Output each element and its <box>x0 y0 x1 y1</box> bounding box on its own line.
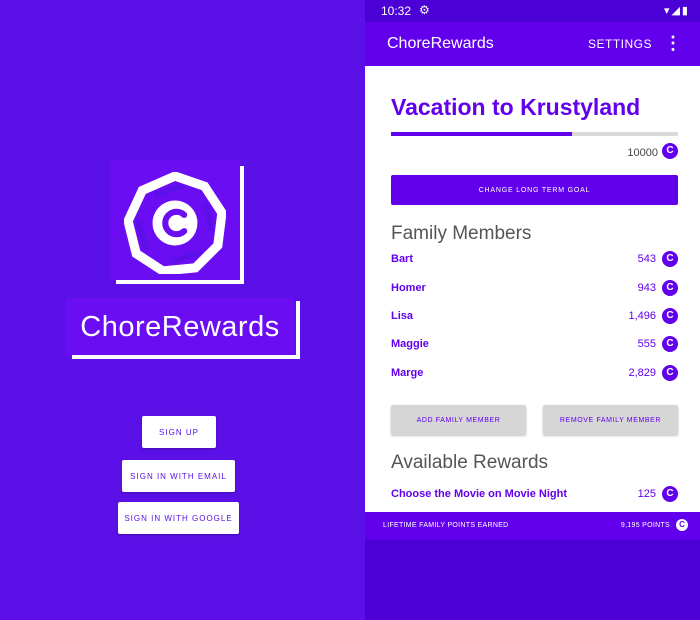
coin-icon: C <box>662 251 678 267</box>
member-points: 2,829 <box>628 367 656 379</box>
change-goal-button[interactable]: CHANGE LONG TERM GOAL <box>391 175 678 205</box>
sign-up-button[interactable]: SIGN UP <box>142 416 216 448</box>
member-points: 943 <box>637 282 656 294</box>
member-name: Lisa <box>391 310 414 322</box>
settings-button[interactable]: SETTINGS <box>588 37 652 51</box>
goal-progress-bar <box>391 132 678 136</box>
goal-title: Vacation to Krustyland <box>391 94 641 120</box>
sign-in-email-button[interactable]: SIGN IN WITH EMAIL <box>122 460 235 492</box>
goal-progress-fill <box>391 132 572 136</box>
coin-icon: C <box>662 280 678 296</box>
reward-name: Choose the Movie on Movie Night <box>391 488 568 500</box>
footer-label: LIFETIME FAMILY POINTS EARNED <box>383 522 509 529</box>
status-bar: 10:32 ⚙ ▾◢▮ <box>365 0 700 22</box>
family-member-row[interactable]: Maggie 555 C <box>391 335 678 357</box>
remove-family-member-button[interactable]: REMOVE FAMILY MEMBER <box>543 405 678 435</box>
family-members-heading: Family Members <box>391 223 532 244</box>
more-vert-icon[interactable]: ⋮ <box>664 33 682 54</box>
signal-wifi-battery-icon: ▾◢▮ <box>663 5 690 17</box>
login-screen: ChoreRewards SIGN UP SIGN IN WITH EMAIL … <box>0 0 365 620</box>
main-content: Vacation to Krustyland 10000 C CHANGE LO… <box>365 66 700 512</box>
footer-points: 9,195 POINTS <box>620 522 670 529</box>
member-name: Bart <box>391 253 414 265</box>
coin-icon: C <box>662 308 678 324</box>
brand-name: ChoreRewards <box>80 310 280 343</box>
member-name: Homer <box>391 282 426 294</box>
coin-icon: C <box>662 336 678 352</box>
family-member-row[interactable]: Homer 943 C <box>391 279 678 301</box>
family-member-row[interactable]: Bart 543 C <box>391 250 678 272</box>
coin-icon: C <box>676 519 688 531</box>
sign-in-google-button[interactable]: SIGN IN WITH GOOGLE <box>118 502 239 534</box>
chorerewards-logo-icon <box>124 172 226 274</box>
available-rewards-heading: Available Rewards <box>391 452 549 473</box>
app-bar: ChoreRewards SETTINGS ⋮ <box>365 22 700 66</box>
member-points: 555 <box>637 338 656 350</box>
status-time: 10:32 <box>381 4 412 18</box>
coin-icon: C <box>662 486 678 502</box>
family-member-row[interactable]: Lisa 1,496 C <box>391 307 678 329</box>
member-points: 543 <box>637 253 656 265</box>
gear-icon: ⚙ <box>419 3 430 17</box>
member-name: Maggie <box>391 338 429 350</box>
add-family-member-button[interactable]: ADD FAMILY MEMBER <box>391 405 526 435</box>
reward-row[interactable]: Choose the Movie on Movie Night 125 C <box>391 485 678 507</box>
app-title: ChoreRewards <box>387 35 494 52</box>
goal-points: 10000 <box>627 147 658 159</box>
member-name: Marge <box>391 367 424 379</box>
reward-points: 125 <box>637 488 656 500</box>
app-screen: 10:32 ⚙ ▾◢▮ ChoreRewards SETTINGS ⋮ Vaca… <box>365 0 700 620</box>
coin-icon: C <box>662 365 678 381</box>
coin-icon: C <box>662 143 678 159</box>
family-member-row[interactable]: Marge 2,829 C <box>391 364 678 386</box>
member-points: 1,496 <box>628 310 656 322</box>
lifetime-points-footer: LIFETIME FAMILY POINTS EARNED 9,195 POIN… <box>365 512 700 540</box>
